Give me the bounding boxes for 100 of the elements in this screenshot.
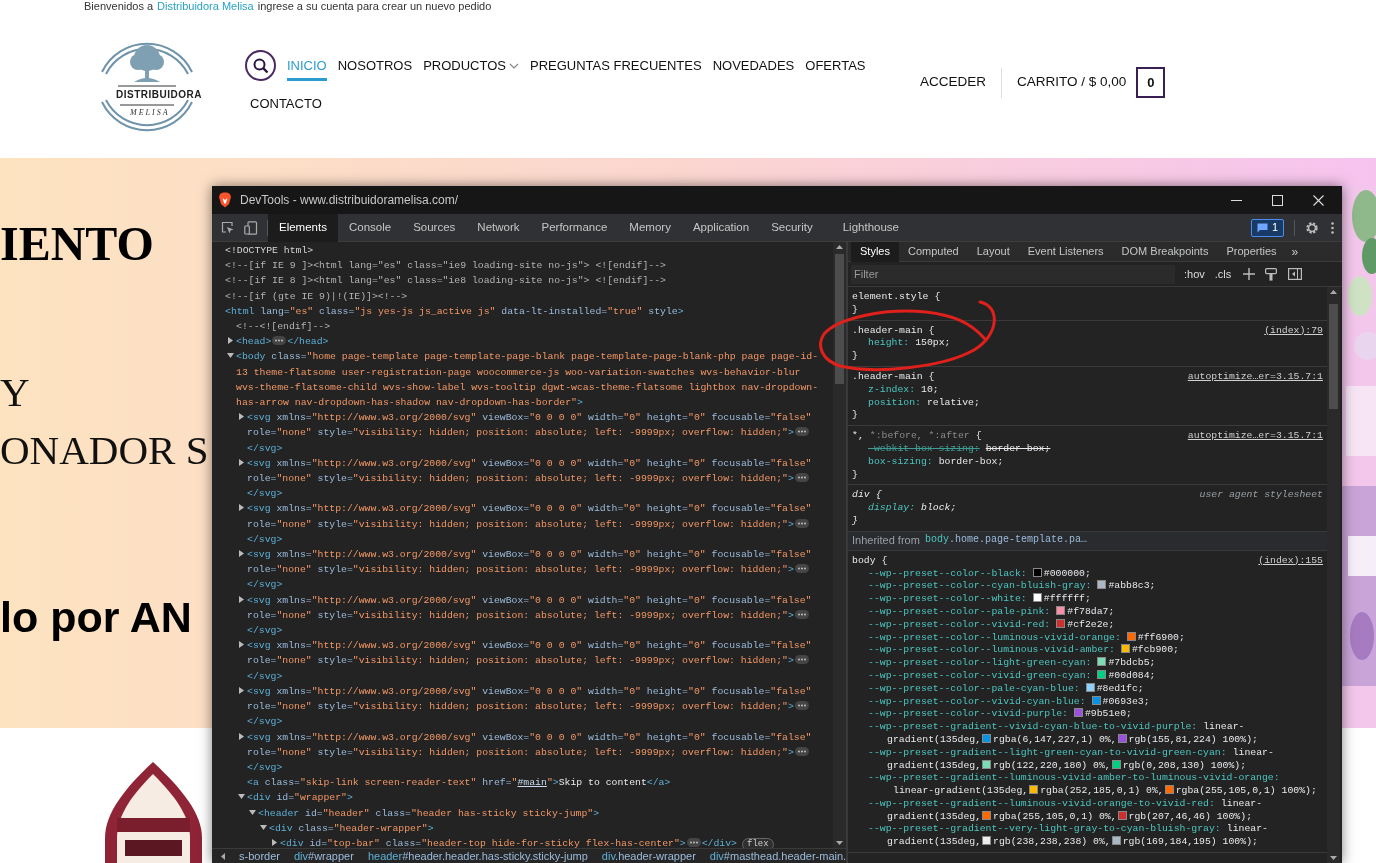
dom-node[interactable]: <svg xmlns="http://www.w3.org/2000/svg" viewBox="0 0 0 0" width="0" height="0" focusable="false" role="none" style="visibility: hidden; position: absolute; left: -9999px; overflow: hidden;"> </svg> [212, 638, 828, 684]
maximize-icon[interactable] [1272, 194, 1283, 206]
dom-node[interactable]: <a class="skip-link screen-reader-text" href="#main">Skip to content</a> [212, 775, 828, 791]
devtools-tab[interactable]: Performance [530, 213, 619, 242]
devtools-tab[interactable]: Memory [618, 213, 682, 242]
anchor-link[interactable]: #main [517, 777, 547, 789]
dom-node[interactable]: <svg xmlns="http://www.w3.org/2000/svg" viewBox="0 0 0 0" width="0" height="0" focusable="false" role="none" style="visibility: hidden; position: absolute; left: -9999px; overflow: hidden;"> </svg> [212, 592, 828, 639]
ellipsis-button[interactable] [794, 609, 809, 619]
breadcrumb-item[interactable]: div#masthead.header-main. [709, 849, 846, 863]
color-swatch[interactable] [1091, 695, 1101, 705]
ellipsis-button[interactable] [794, 473, 809, 483]
color-swatch[interactable] [1097, 580, 1107, 590]
panel-tab[interactable]: Event Listeners [1018, 241, 1113, 262]
devtools-tab[interactable]: Lighthouse [831, 213, 910, 242]
dom-node[interactable]: <svg xmlns="http://www.w3.org/2000/svg" viewBox="0 0 0 0" width="0" height="0" focusable="false" role="none" style="visibility: hidden; position: absolute; left: -9999px; overflow: hidden;"> </svg> [212, 455, 828, 502]
devtools-tab[interactable]: Sources [402, 213, 467, 242]
nav-link[interactable]: PREGUNTAS FRECUENTES [529, 50, 702, 81]
cart-count[interactable]: 0 [1136, 67, 1166, 98]
color-swatch[interactable] [1164, 785, 1174, 795]
more-tabs-button[interactable]: » [1285, 242, 1305, 261]
color-swatch[interactable] [1117, 810, 1127, 820]
toggle-button[interactable]: :hov [1184, 265, 1205, 283]
plus-icon[interactable] [1243, 268, 1256, 280]
filter-field[interactable]: Filter [851, 264, 1175, 284]
color-swatch[interactable] [1073, 708, 1083, 718]
breadcrumb-item[interactable]: div.header-wrapper [601, 849, 696, 863]
source-link[interactable]: autoptimize…er=3.15.7:1 [1187, 371, 1323, 384]
expand-arrow-icon[interactable] [249, 808, 256, 816]
ellipsis-button[interactable] [686, 837, 701, 847]
issues-button[interactable]: 1 [1250, 218, 1284, 237]
nav-link[interactable]: CONTACTO [250, 89, 322, 119]
source-link[interactable]: (index):155 [1258, 554, 1323, 568]
devtools-tab[interactable]: Security [760, 213, 824, 242]
scroll-left-icon[interactable] [221, 852, 225, 860]
color-swatch[interactable] [1032, 567, 1042, 577]
breadcrumb-item[interactable]: header#header.header.has-sticky.sticky-jump [367, 849, 588, 863]
ellipsis-button[interactable] [794, 701, 809, 711]
ellipsis-button[interactable] [794, 518, 809, 528]
dom-node[interactable]: <svg xmlns="http://www.w3.org/2000/svg" viewBox="0 0 0 0" width="0" height="0" focusable="false" role="none" style="visibility: hidden; position: absolute; left: -9999px; overflow: hidden;"> </svg> [212, 410, 828, 456]
expand-arrow-icon[interactable] [238, 686, 245, 694]
sidebar-toggle-icon[interactable] [1288, 268, 1303, 280]
scroll-down-icon[interactable] [1330, 856, 1337, 860]
expand-arrow-icon[interactable] [227, 337, 234, 345]
dom-node[interactable]: <body class="home page-template page-template-page-blank page-template-page-blank-php page page-id-13 theme-flatsome user-registration-page woocommerce-js woo-variation-swatches wvs-behavior-blur wvs-theme-flatsome-child wvs-show-label wvs-tooltip dgwt-wcas-theme-flatsome lightbox nav-dropdown-has-arrow nav-dropdown-has-shadow nav-dropdown-has-border"> [212, 349, 828, 411]
scroll-down-icon[interactable] [836, 841, 843, 845]
dom-node[interactable]: <head> </head> [212, 334, 828, 350]
dom-node[interactable]: <div id="wrapper"> [212, 790, 828, 806]
scroll-up-icon[interactable] [836, 245, 843, 249]
ellipsis-button[interactable] [794, 564, 809, 574]
panel-tab[interactable]: Layout [967, 241, 1019, 262]
more-options-icon[interactable] [1331, 221, 1334, 234]
expand-arrow-icon[interactable] [238, 413, 245, 421]
search-button[interactable] [245, 50, 276, 81]
color-swatch[interactable] [1032, 593, 1042, 603]
expand-arrow-icon[interactable] [271, 838, 278, 846]
expand-arrow-icon[interactable] [238, 595, 245, 603]
expand-arrow-icon[interactable] [260, 823, 267, 831]
color-swatch[interactable] [982, 836, 992, 846]
dom-node[interactable]: <html lang="es" class="js yes-js js_active js" data-lt-installed="true" style> [212, 303, 828, 319]
nav-link[interactable]: OFERTAS [805, 50, 866, 81]
minimize-icon[interactable] [1231, 199, 1242, 201]
settings-icon[interactable] [1305, 220, 1319, 235]
panel-tab[interactable]: DOM Breakpoints [1112, 241, 1218, 262]
devtools-tab[interactable]: Console [337, 213, 403, 242]
color-swatch[interactable] [1056, 618, 1066, 628]
expand-arrow-icon[interactable] [238, 458, 245, 466]
color-swatch[interactable] [1056, 605, 1066, 615]
nav-link[interactable]: NOSOTROS [337, 50, 413, 81]
color-swatch[interactable] [1085, 682, 1095, 692]
color-swatch[interactable] [1120, 644, 1130, 654]
expand-arrow-icon[interactable] [238, 550, 245, 558]
inspect-icon[interactable] [221, 221, 234, 234]
color-swatch[interactable] [1029, 785, 1039, 795]
source-link[interactable]: autoptimize…er=3.15.7:1 [1187, 430, 1323, 443]
devtools-tab[interactable]: Elements [268, 213, 338, 242]
expand-arrow-icon[interactable] [238, 641, 245, 649]
ellipsis-button[interactable] [794, 746, 809, 756]
source-link[interactable]: (index):79 [1264, 324, 1323, 338]
inherited-element-link[interactable]: body.home.page-template.pa… [924, 534, 1087, 548]
color-swatch[interactable] [1097, 657, 1107, 667]
panel-tab[interactable]: Computed [898, 241, 968, 262]
ellipsis-button[interactable] [794, 427, 809, 437]
scroll-up-icon[interactable] [1330, 290, 1337, 294]
expand-arrow-icon[interactable] [238, 504, 245, 512]
dom-node[interactable]: <svg xmlns="http://www.w3.org/2000/svg" viewBox="0 0 0 0" width="0" height="0" focusable="false" role="none" style="visibility: hidden; position: absolute; left: -9999px; overflow: hidden;"> </svg> [212, 547, 828, 593]
color-swatch[interactable] [1117, 733, 1127, 743]
scrollbar-thumb[interactable] [1329, 304, 1338, 409]
scrollbar-thumb[interactable] [835, 254, 844, 384]
panel-tab[interactable]: Properties [1217, 241, 1286, 262]
dom-node[interactable]: <div class="header-wrapper"> [212, 820, 828, 836]
dom-node[interactable]: <svg xmlns="http://www.w3.org/2000/svg" viewBox="0 0 0 0" width="0" height="0" focusable="false" role="none" style="visibility: hidden; position: absolute; left: -9999px; overflow: hidden;"> </svg> [212, 729, 828, 776]
dom-node[interactable]: <svg xmlns="http://www.w3.org/2000/svg" viewBox="0 0 0 0" width="0" height="0" focusable="false" role="none" style="visibility: hidden; position: absolute; left: -9999px; overflow: hidden;"> </svg> [212, 501, 828, 548]
color-swatch[interactable] [1111, 836, 1121, 846]
color-swatch[interactable] [1126, 631, 1136, 641]
panel-tab[interactable]: Styles [851, 241, 899, 262]
breadcrumb-item[interactable]: div#wrapper [293, 849, 354, 863]
login-link[interactable]: ACCEDER [920, 72, 986, 93]
breadcrumb-item[interactable]: s-border [239, 849, 280, 863]
color-swatch[interactable] [982, 733, 992, 743]
ellipsis-button[interactable] [794, 655, 809, 665]
